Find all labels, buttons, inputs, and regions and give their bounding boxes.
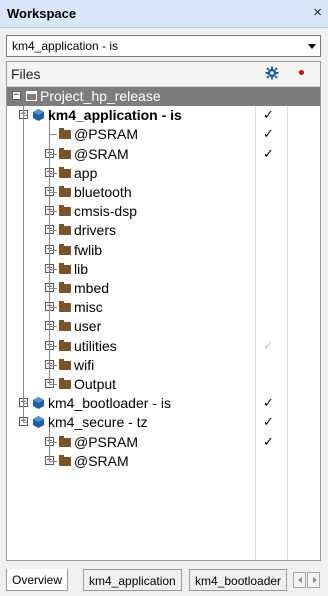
tree-connector-line	[23, 403, 27, 404]
chevron-right-icon	[313, 577, 317, 583]
tree-connector-line	[49, 269, 57, 270]
collapse-icon[interactable]: −	[12, 91, 21, 100]
folder-icon	[59, 301, 71, 312]
tree-item-label: misc	[74, 299, 103, 315]
folder-icon	[59, 359, 71, 370]
tree-connector-line	[49, 230, 57, 231]
tree-item-label: @SRAM	[74, 453, 129, 469]
tree-connector-line	[49, 120, 50, 384]
project-icon	[26, 91, 37, 101]
tree-connector-line	[49, 211, 57, 212]
build-check-icon: ✓	[263, 395, 274, 410]
configuration-value: km4_application - is	[12, 39, 119, 53]
red-dot-icon	[299, 70, 304, 75]
tree-connector-line	[49, 173, 57, 174]
tree-item-label: fwlib	[74, 242, 103, 258]
tree-item-label: @PSRAM	[74, 126, 138, 142]
tree-connector-line	[49, 134, 57, 135]
files-column-label: Files	[11, 66, 41, 82]
tree-column-header: Files	[7, 62, 320, 87]
folder-icon	[59, 320, 71, 331]
tab-km4-application[interactable]: km4_application	[83, 569, 182, 591]
tree-connector-line	[49, 288, 57, 289]
tree-connector-line	[23, 115, 27, 116]
tab-km4-bootloader[interactable]: km4_bootloader	[189, 569, 288, 591]
tree-connector-line	[23, 101, 24, 422]
tree-item-label: km4_bootloader - is	[48, 395, 171, 411]
tree-item-label: mbed	[74, 280, 110, 296]
folder-icon	[59, 282, 71, 293]
file-tree[interactable]: Files − Project_hp_release− km4_applicatio…	[6, 61, 321, 561]
tree-item-label: drivers	[74, 222, 117, 238]
tree-connector-line	[49, 154, 57, 155]
tree-item-label: app	[74, 165, 98, 181]
tree-connector-line	[49, 427, 50, 461]
folder-icon	[59, 263, 71, 274]
folder-icon	[59, 378, 71, 389]
folder-icon	[59, 455, 71, 466]
tree-connector-line	[49, 442, 57, 443]
tree-row-project[interactable]: − Project_hp_release	[7, 87, 320, 106]
folder-icon	[59, 436, 71, 447]
build-check-icon: ✓	[263, 146, 274, 161]
tree-connector-line	[49, 384, 57, 385]
folder-icon	[59, 205, 71, 216]
folder-icon	[59, 244, 71, 255]
tree-item-label: km4_secure - tz	[48, 414, 148, 430]
folder-icon	[59, 167, 71, 178]
configuration-icon	[33, 109, 44, 121]
tree-connector-line	[49, 461, 57, 462]
tree-row-configuration[interactable]: +km4_bootloader - is✓	[7, 394, 320, 413]
folder-icon	[59, 340, 71, 351]
tree-item-label: cmsis-dsp	[74, 203, 138, 219]
tree-item-label: @PSRAM	[74, 434, 138, 450]
close-icon[interactable]: ×	[313, 4, 322, 21]
folder-icon	[59, 224, 71, 235]
tree-row-configuration[interactable]: −km4_secure - tz✓	[7, 413, 320, 432]
folder-icon	[59, 186, 71, 197]
tree-connector-line	[49, 365, 57, 366]
tab-scroll-left-button[interactable]	[293, 572, 306, 588]
tab-scroll-right-button[interactable]	[307, 572, 320, 588]
tab-overview[interactable]: Overview	[6, 569, 69, 591]
build-check-icon: ✓	[263, 414, 274, 429]
tree-connector-line	[49, 307, 57, 308]
configuration-icon	[33, 397, 44, 409]
folder-icon	[59, 148, 71, 159]
tree-connector-line	[49, 326, 57, 327]
tree-item-label: user	[74, 318, 102, 334]
tree-connector-line	[49, 346, 57, 347]
chevron-down-icon[interactable]	[308, 44, 316, 49]
tree-connector-line	[49, 250, 57, 251]
tree-item-label: Output	[74, 376, 117, 392]
configuration-dropdown[interactable]: km4_application - is	[6, 35, 321, 57]
tree-item-label: @SRAM	[74, 146, 129, 162]
workspace-pane: Workspace × km4_application - is Files −…	[0, 0, 328, 596]
tree-item-label: km4_application - is	[48, 107, 182, 123]
workspace-titlebar: Workspace ×	[0, 0, 328, 28]
chevron-left-icon	[298, 577, 302, 583]
tree-item-label: bluetooth	[74, 184, 132, 200]
workspace-title: Workspace	[7, 6, 77, 21]
tree-item-label: wifi	[74, 357, 95, 373]
build-check-icon: ✓	[263, 126, 274, 141]
workspace-tab-bar: Overview km4_application km4_bootloader	[0, 566, 328, 596]
tree-row-configuration[interactable]: −km4_application - is✓	[7, 106, 320, 125]
build-check-icon: ✓	[263, 338, 274, 353]
tree-connector-line	[23, 422, 27, 423]
gear-icon[interactable]	[265, 66, 279, 80]
tree-item-label: lib	[74, 261, 89, 277]
build-check-icon: ✓	[263, 434, 274, 449]
tree-connector-line	[49, 192, 57, 193]
folder-icon	[59, 128, 71, 139]
tree-item-label: utilities	[74, 338, 117, 354]
tree-item-label: Project_hp_release	[40, 88, 161, 104]
build-check-icon: ✓	[263, 107, 274, 122]
configuration-icon	[33, 416, 44, 428]
